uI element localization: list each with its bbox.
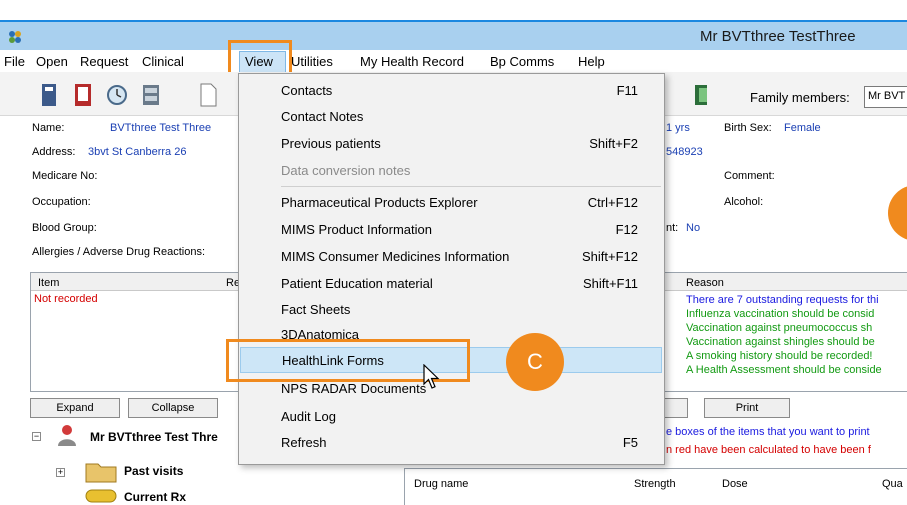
menu-separator [281, 186, 661, 187]
print-button[interactable]: Print [704, 398, 790, 418]
print-instructions: e boxes of the items that you want to pr… [666, 426, 870, 438]
notebook-icon[interactable] [72, 82, 94, 108]
menu-open[interactable]: Open [36, 54, 68, 69]
family-members-label: Family members: [750, 90, 850, 105]
app-logo-icon [9, 31, 21, 43]
mouse-cursor-icon [423, 364, 440, 389]
family-members-select[interactable]: Mr BVT [864, 86, 907, 108]
occupation-label: Occupation: [32, 196, 91, 208]
reminder-row[interactable]: There are 7 outstanding requests for thi [686, 294, 879, 306]
blood-group-label: Blood Group: [32, 222, 97, 234]
menu-item-patient-education[interactable]: Patient Education material Shift+F11 [239, 271, 664, 297]
reminder-row[interactable]: Vaccination against pneumococcus sh [686, 322, 872, 334]
allergies-label: Allergies / Adverse Drug Reactions: [32, 246, 206, 258]
birth-sex-label: Birth Sex: [724, 122, 772, 134]
col-item-header[interactable]: Item [38, 277, 59, 289]
tree-collapse-toggle[interactable]: − [32, 432, 41, 441]
col-quantity[interactable]: Qua [882, 478, 903, 490]
phone-value: 548923 [666, 146, 703, 158]
col-drug-name[interactable]: Drug name [414, 478, 468, 490]
alcohol-label: Alcohol: [724, 196, 764, 208]
col-strength[interactable]: Strength [634, 478, 676, 490]
reminder-row[interactable]: Influenza vaccination should be consid [686, 308, 874, 320]
tree-patient-node[interactable]: Mr BVTthree Test Thre [90, 430, 218, 444]
reminder-row[interactable]: A smoking history should be recorded! [686, 350, 873, 362]
patient-avatar-icon [58, 425, 76, 446]
expand-button[interactable]: Expand [30, 398, 120, 418]
menu-bp-comms[interactable]: Bp Comms [490, 54, 554, 69]
address-label: Address: [32, 146, 76, 158]
menu-utilities[interactable]: Utilities [291, 54, 333, 69]
menu-clinical[interactable]: Clinical [142, 54, 184, 69]
menu-item-mims-consumer-medicines[interactable]: MIMS Consumer Medicines Information Shift… [239, 244, 664, 270]
menu-item-data-conversion-notes: Data conversion notes [281, 163, 411, 178]
clock-stethoscope-icon[interactable] [106, 82, 128, 108]
menu-item-pharmaceutical-products-explorer[interactable]: Pharmaceutical Products Explorer Ctrl+F12 [239, 190, 664, 216]
binder-icon[interactable] [38, 82, 60, 108]
name-label: Name: [32, 122, 65, 134]
tree-current-rx[interactable]: Current Rx [124, 490, 186, 504]
reminder-row[interactable]: A Health Assessment should be conside [686, 364, 882, 376]
comment-label: Comment: [724, 170, 775, 182]
pill-icon [85, 489, 117, 503]
address-value: 3bvt St Canberra 26 [88, 146, 187, 158]
allergies-header [31, 273, 239, 291]
menu-item-audit-log[interactable]: Audit Log [239, 404, 664, 430]
exit-door-icon[interactable] [690, 82, 712, 108]
menu-item-refresh[interactable]: Refresh F5 [239, 430, 664, 456]
nt-value: No [686, 222, 701, 234]
tree-past-visits[interactable]: Past visits [124, 464, 183, 478]
menu-my-health-record[interactable]: My Health Record [360, 54, 464, 69]
collapse-button[interactable]: Collapse [128, 398, 218, 418]
menu-item-mims-product-information[interactable]: MIMS Product Information F12 [239, 217, 664, 243]
window-title: Mr BVTthree TestThree [700, 28, 856, 45]
menu-item-previous-patients[interactable]: Previous patients Shift+F2 [239, 131, 664, 157]
folder-icon [85, 463, 117, 483]
menu-item-contact-notes[interactable]: Contact Notes [239, 104, 664, 130]
view-dropdown-menu: Contacts F11 Contact Notes Previous patie… [238, 73, 665, 465]
menu-item-fact-sheets[interactable]: Fact Sheets [239, 297, 664, 323]
reminder-row[interactable]: Vaccination against shingles should be [686, 336, 875, 348]
blank-document-icon[interactable] [197, 82, 219, 108]
callout-badge: C [506, 333, 564, 391]
window-top-edge [0, 0, 907, 22]
name-value: BVTthree Test Three [110, 122, 212, 134]
cabinet-icon[interactable] [140, 82, 162, 108]
tree-expand-toggle[interactable]: + [56, 468, 65, 477]
medicare-label: Medicare No: [32, 170, 98, 182]
menu-request[interactable]: Request [80, 54, 128, 69]
birth-sex-value: Female [784, 122, 821, 134]
menu-help[interactable]: Help [578, 54, 605, 69]
allergy-row[interactable]: Not recorded [34, 293, 98, 305]
calculation-note: n red have been calculated to have been … [666, 444, 871, 456]
nt-label: nt: [666, 222, 679, 234]
col-dose[interactable]: Dose [722, 478, 748, 490]
menu-item-contacts[interactable]: Contacts F11 [239, 78, 664, 104]
age-value: 1 yrs [666, 122, 690, 134]
callout-badge-partial [888, 185, 907, 241]
menu-file[interactable]: File [4, 54, 25, 69]
col-reason-header[interactable]: Reason [686, 277, 724, 289]
